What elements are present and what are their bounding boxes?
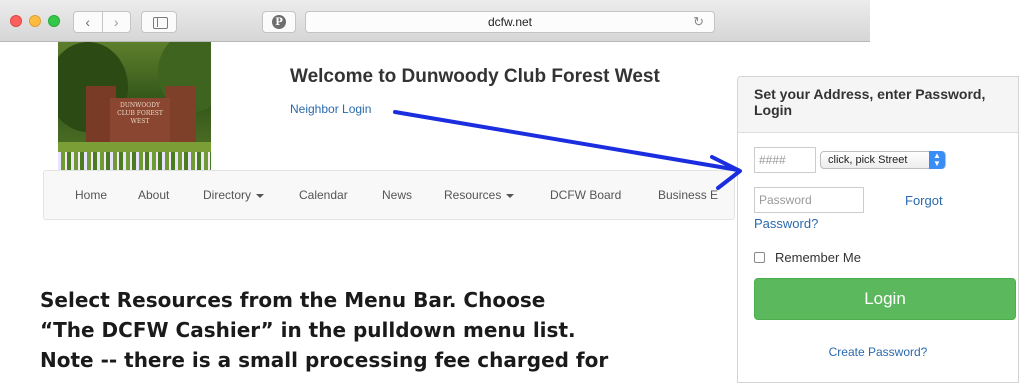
- instructions-line: Note -- there is a small processing fee …: [40, 348, 609, 372]
- nav-business[interactable]: Business E: [658, 188, 718, 202]
- address-bar[interactable]: dcfw.net ↻: [305, 11, 715, 33]
- create-password-link[interactable]: Create Password?: [738, 345, 1018, 359]
- nav-directory[interactable]: Directory: [203, 188, 265, 202]
- menu-bar: Home About Directory Calendar News Resou…: [43, 170, 735, 220]
- remember-me-checkbox[interactable]: [754, 252, 765, 263]
- street-select-value: click, pick Street: [828, 154, 908, 166]
- pinterest-button[interactable]: P: [262, 11, 296, 33]
- zoom-window-button[interactable]: [48, 15, 60, 27]
- house-number-input[interactable]: ####: [754, 147, 816, 173]
- reload-icon[interactable]: ↻: [693, 14, 704, 30]
- url-text: dcfw.net: [487, 15, 533, 29]
- login-button[interactable]: Login: [754, 278, 1016, 320]
- nav-calendar[interactable]: Calendar: [299, 188, 348, 202]
- back-button[interactable]: ‹: [74, 12, 103, 32]
- forgot-password-link-continued[interactable]: Password?: [754, 216, 818, 231]
- login-panel: Set your Address, enter Password, Login …: [737, 76, 1019, 383]
- page-title: Welcome to Dunwoody Club Forest West: [290, 66, 660, 87]
- remember-me[interactable]: Remember Me: [754, 250, 861, 265]
- nav-resources[interactable]: Resources: [444, 188, 515, 202]
- instructions-text: Select Resources from the Menu Bar. Choo…: [40, 285, 608, 375]
- street-select[interactable]: click, pick Street ▲ ▼: [820, 151, 946, 169]
- forgot-password-link[interactable]: Forgot: [905, 193, 943, 208]
- nav-home[interactable]: Home: [75, 188, 107, 202]
- browser-toolbar: ‹ › P dcfw.net ↻: [0, 0, 870, 42]
- sidebar-toggle-icon[interactable]: [141, 11, 177, 33]
- close-window-button[interactable]: [10, 15, 22, 27]
- login-panel-heading: Set your Address, enter Password, Login: [738, 77, 1018, 133]
- history-buttons: ‹ ›: [73, 11, 131, 33]
- remember-me-label: Remember Me: [775, 250, 861, 265]
- instructions-line: Select Resources from the Menu Bar. Choo…: [40, 288, 546, 312]
- instructions-line: “The DCFW Cashier” in the pulldown menu …: [40, 318, 576, 342]
- nav-dcfw-board[interactable]: DCFW Board: [550, 188, 621, 202]
- nav-about[interactable]: About: [138, 188, 169, 202]
- password-input[interactable]: Password: [754, 187, 864, 213]
- neighbor-login-link[interactable]: Neighbor Login: [290, 102, 371, 116]
- select-arrows-icon: ▲ ▼: [929, 151, 945, 169]
- nav-news[interactable]: News: [382, 188, 412, 202]
- chevron-down-icon: [256, 193, 265, 198]
- chevron-down-icon: [506, 193, 515, 198]
- forward-button[interactable]: ›: [103, 12, 131, 32]
- minimize-window-button[interactable]: [29, 15, 41, 27]
- pinterest-icon: P: [272, 15, 286, 29]
- entrance-photo: DUNWOODY CLUB FOREST WEST: [58, 42, 211, 172]
